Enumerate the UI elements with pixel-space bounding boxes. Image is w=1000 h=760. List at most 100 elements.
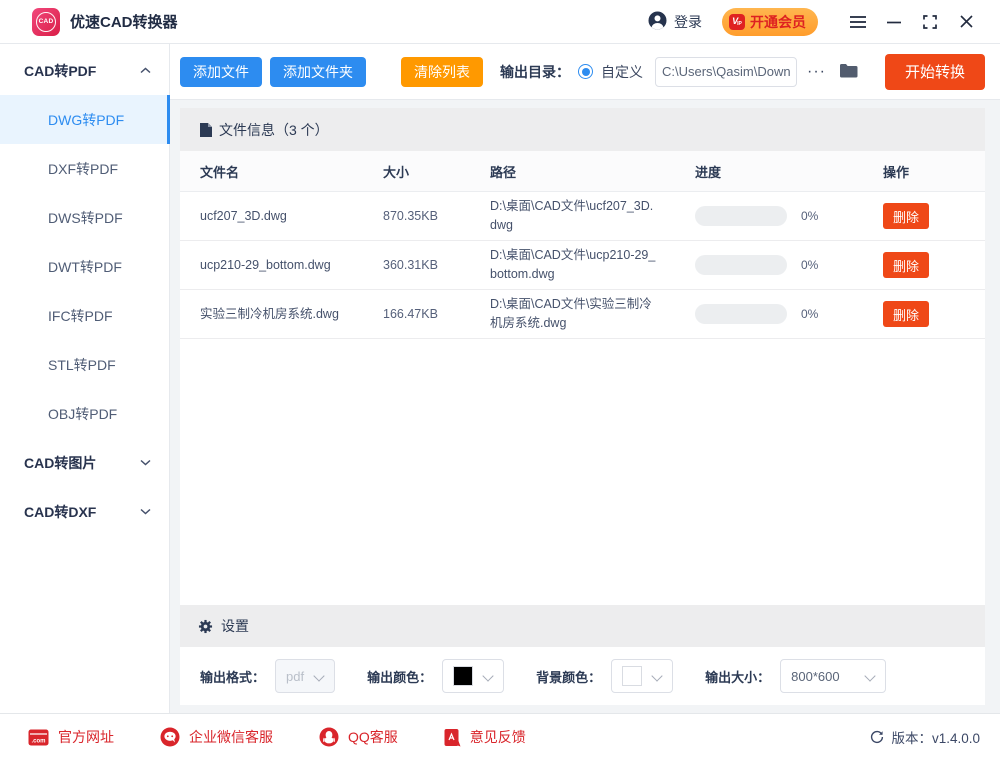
col-header-path: 路径 — [490, 162, 695, 181]
progress-bar — [695, 206, 787, 226]
progress-cell: 0% — [695, 255, 883, 275]
output-format-select[interactable]: pdf — [275, 659, 335, 693]
file-name: ucf207_3D.dwg — [200, 202, 350, 231]
login-label: 登录 — [674, 12, 702, 32]
qq-service-label: QQ客服 — [348, 727, 398, 747]
bg-color-select[interactable] — [611, 659, 673, 693]
output-color-swatch — [453, 666, 473, 686]
start-convert-button[interactable]: 开始转换 — [885, 54, 985, 90]
col-header-action: 操作 — [883, 162, 985, 181]
open-folder-button[interactable] — [836, 62, 861, 82]
official-site-link[interactable]: .com 官方网址 — [28, 727, 114, 747]
sidebar-item-dxf-to-pdf[interactable]: DXF转PDF — [0, 144, 169, 193]
app-logo-icon: CAD — [32, 8, 60, 36]
file-panel: 文件信息（3 个） 文件名 大小 路径 进度 操作 ucf207_3D.dwg … — [180, 108, 985, 705]
output-format-label: 输出格式： — [200, 667, 265, 686]
sidebar-item-dwg-to-pdf[interactable]: DWG转PDF — [0, 95, 169, 144]
progress-cell: 0% — [695, 206, 883, 226]
progress-cell: 0% — [695, 304, 883, 324]
refresh-icon[interactable] — [870, 730, 884, 744]
sidebar-item-dwt-to-pdf[interactable]: DWT转PDF — [0, 242, 169, 291]
sidebar-section-cad-to-pdf[interactable]: CAD转PDF — [0, 46, 169, 95]
table-row: 实验三制冷机房系统.dwg 166.47KB D:\桌面\CAD文件\实验三制冷… — [180, 290, 985, 339]
sidebar-item-dws-to-pdf[interactable]: DWS转PDF — [0, 193, 169, 242]
feedback-link[interactable]: 意见反馈 — [444, 727, 526, 747]
sidebar-item-label: STL转PDF — [48, 355, 116, 375]
col-header-size: 大小 — [383, 162, 490, 181]
output-size-select[interactable]: 800*600 — [780, 659, 886, 693]
title-bar: CAD 优速CAD转换器 登录 VIP 开通会员 — [0, 0, 1000, 44]
custom-dir-radio-label: 自定义 — [601, 62, 643, 82]
sidebar-item-ifc-to-pdf[interactable]: IFC转PDF — [0, 291, 169, 340]
sidebar-section-cad-to-image[interactable]: CAD转图片 — [0, 438, 169, 487]
sidebar-item-label: IFC转PDF — [48, 306, 113, 326]
app-logo-text: CAD — [36, 12, 56, 32]
sidebar-item-label: DWS转PDF — [48, 208, 123, 228]
login-button[interactable]: 登录 — [648, 11, 702, 33]
user-avatar-icon — [648, 11, 667, 33]
close-button[interactable] — [950, 7, 982, 37]
minimize-button[interactable] — [878, 7, 910, 37]
file-size: 870.35KB — [383, 209, 490, 223]
chevron-down-icon — [483, 671, 493, 681]
feedback-icon — [444, 728, 461, 747]
qq-service-link[interactable]: QQ客服 — [319, 727, 398, 747]
delete-button[interactable]: 删除 — [883, 301, 929, 327]
version-info: 版本：v1.4.0.0 — [870, 727, 980, 747]
footer: .com 官方网址 企业微信客服 QQ客服 — [0, 713, 1000, 760]
chevron-down-icon — [314, 671, 324, 681]
chevron-down-icon — [140, 508, 151, 515]
menu-button[interactable] — [842, 7, 874, 37]
wechat-service-link[interactable]: 企业微信客服 — [160, 727, 273, 747]
sidebar-section-label: CAD转图片 — [24, 453, 96, 473]
sidebar-section-label: CAD转DXF — [24, 502, 96, 522]
website-icon: .com — [28, 729, 49, 746]
output-size-value: 800*600 — [791, 669, 839, 684]
browse-more-button[interactable]: ··· — [805, 63, 828, 81]
add-file-button[interactable]: 添加文件 — [180, 57, 262, 87]
close-icon — [960, 15, 973, 28]
sidebar-item-label: OBJ转PDF — [48, 404, 117, 424]
chevron-up-icon — [140, 67, 151, 74]
folder-icon — [838, 62, 859, 79]
progress-bar — [695, 304, 787, 324]
settings-title: 设置 — [221, 616, 249, 636]
output-path-input[interactable] — [655, 57, 797, 87]
official-site-label: 官方网址 — [58, 727, 114, 747]
svg-text:.com: .com — [31, 738, 45, 744]
table-header: 文件名 大小 路径 进度 操作 — [180, 151, 985, 192]
delete-button[interactable]: 删除 — [883, 203, 929, 229]
file-size: 166.47KB — [383, 307, 490, 321]
file-path: D:\桌面\CAD文件\ucf207_3D.dwg — [490, 192, 658, 240]
hamburger-icon — [850, 16, 866, 28]
feedback-label: 意见反馈 — [470, 727, 526, 747]
delete-button[interactable]: 删除 — [883, 252, 929, 278]
custom-dir-radio[interactable] — [578, 64, 593, 79]
file-size: 360.31KB — [383, 258, 490, 272]
sidebar-item-label: DWG转PDF — [48, 110, 124, 130]
chevron-down-icon — [652, 671, 662, 681]
file-info-title: 文件信息（3 个） — [219, 120, 329, 140]
sidebar-item-stl-to-pdf[interactable]: STL转PDF — [0, 340, 169, 389]
clear-list-button[interactable]: 清除列表 — [401, 57, 483, 87]
bg-color-swatch — [622, 666, 642, 686]
output-format-value: pdf — [286, 669, 304, 684]
toolbar: 添加文件 添加文件夹 清除列表 输出目录： 自定义 ··· 开始转换 — [170, 44, 1000, 100]
open-vip-button[interactable]: VIP 开通会员 — [722, 8, 818, 36]
output-color-select[interactable] — [442, 659, 504, 693]
file-path: D:\桌面\CAD文件\ucp210-29_bottom.dwg — [490, 241, 658, 289]
file-name: ucp210-29_bottom.dwg — [200, 251, 350, 280]
file-path: D:\桌面\CAD文件\实验三制冷机房系统.dwg — [490, 290, 658, 338]
minimize-icon — [887, 15, 901, 29]
col-header-name: 文件名 — [200, 162, 383, 181]
progress-text: 0% — [801, 209, 818, 223]
sidebar-item-obj-to-pdf[interactable]: OBJ转PDF — [0, 389, 169, 438]
vip-icon: VIP — [729, 14, 745, 30]
sidebar-section-cad-to-dxf[interactable]: CAD转DXF — [0, 487, 169, 536]
add-folder-button[interactable]: 添加文件夹 — [270, 57, 366, 87]
table-body: ucf207_3D.dwg 870.35KB D:\桌面\CAD文件\ucf20… — [180, 192, 985, 605]
sidebar-item-label: DWT转PDF — [48, 257, 122, 277]
settings-bar: 设置 — [180, 605, 985, 647]
app-window: CAD 优速CAD转换器 登录 VIP 开通会员 — [0, 0, 1000, 760]
maximize-button[interactable] — [914, 7, 946, 37]
